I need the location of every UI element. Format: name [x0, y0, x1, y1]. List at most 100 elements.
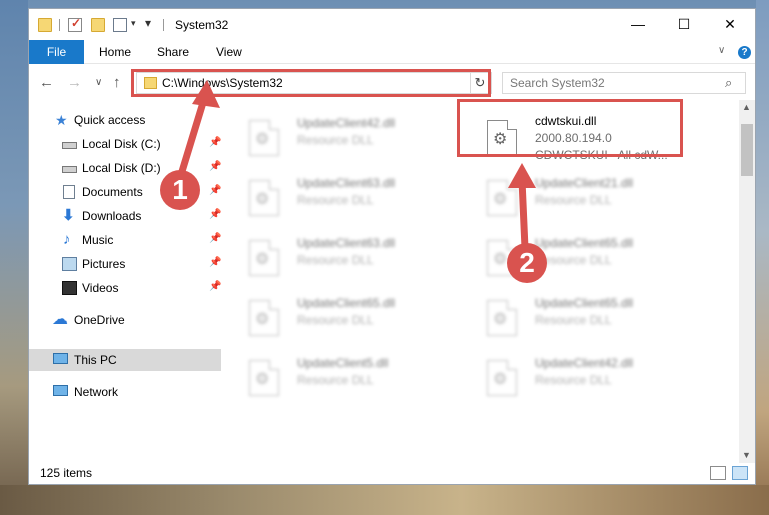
file-item[interactable]: ⚙ UpdateClient42.dll Resource DLL [229, 110, 459, 166]
file-name: UpdateClient63.dll [297, 176, 396, 190]
pin-icon[interactable]: 📌 [209, 281, 221, 292]
sidebar-item-network[interactable]: Network [29, 381, 221, 403]
recent-locations-chevron-icon[interactable]: ∨ [95, 77, 102, 88]
onedrive-icon: ☁ [52, 311, 68, 328]
pictures-icon [62, 257, 77, 271]
dll-file-icon: ⚙ [487, 180, 517, 216]
tab-share[interactable]: Share [157, 40, 189, 64]
sidebar-item-videos[interactable]: Videos 📌 [29, 277, 221, 299]
scroll-down-icon[interactable]: ▼ [742, 450, 751, 460]
tab-home[interactable]: Home [99, 40, 131, 64]
window-title: System32 [175, 18, 229, 32]
search-input[interactable] [503, 73, 719, 93]
file-type: Resource DLL [297, 313, 374, 327]
dll-file-icon: ⚙ [249, 120, 279, 156]
expand-ribbon-icon[interactable]: ∨ [718, 45, 725, 56]
dll-file-icon: ⚙ [487, 360, 517, 396]
title-bar: ▾ ▾ System32 — ☐ ✕ [29, 9, 755, 40]
file-name: UpdateClient65.dll [535, 236, 634, 250]
file-highlight-box [457, 99, 683, 157]
drive-icon [62, 166, 77, 173]
scroll-up-icon[interactable]: ▲ [742, 102, 751, 112]
sidebar-item-label: Documents [82, 185, 143, 199]
pin-icon[interactable]: 📌 [209, 161, 221, 172]
new-folder-icon[interactable] [91, 18, 105, 32]
file-item[interactable]: ⚙ UpdateClient21.dll Resource DLL [467, 170, 697, 226]
help-icon[interactable]: ? [738, 46, 751, 59]
sidebar-item-label: Pictures [82, 257, 126, 271]
quick-access-toolbar-icon[interactable] [113, 18, 127, 32]
file-name: UpdateClient5.dll [297, 356, 389, 370]
sidebar-item-label: Downloads [82, 209, 142, 223]
file-item[interactable]: ⚙ UpdateClient65.dll Resource DLL [467, 290, 697, 346]
sidebar-item-label: Local Disk (D:) [82, 161, 161, 175]
file-item[interactable]: ⚙ UpdateClient65.dll Resource DLL [229, 290, 459, 346]
pin-icon[interactable]: 📌 [209, 233, 221, 244]
file-type: Resource DLL [297, 253, 374, 267]
close-button[interactable]: ✕ [707, 9, 753, 40]
sidebar-item-quick-access[interactable]: ★ Quick access [29, 109, 221, 131]
maximize-button[interactable]: ☐ [661, 9, 707, 40]
sidebar-item-label: This PC [74, 353, 117, 367]
folder-icon [38, 18, 52, 32]
file-type: Resource DLL [297, 133, 374, 147]
tab-file[interactable]: File [29, 40, 84, 64]
titlebar-separator-2 [163, 19, 164, 31]
file-name: UpdateClient65.dll [297, 296, 396, 310]
computer-icon [53, 353, 68, 364]
sidebar-item-music[interactable]: ♪ Music 📌 [29, 229, 221, 251]
sidebar-item-downloads[interactable]: ⬇ Downloads 📌 [29, 205, 221, 227]
ribbon-tabs: File Home Share View ∨ ? [29, 40, 755, 64]
titlebar-separator [59, 19, 60, 31]
desktop-background-left [0, 0, 28, 515]
sidebar-item-label: Network [74, 385, 119, 399]
sidebar-item-label: Quick access [74, 113, 146, 127]
pin-icon[interactable]: 📌 [209, 137, 221, 148]
sidebar-item-onedrive[interactable]: ☁ OneDrive [29, 309, 221, 331]
customize-toolbar-icon[interactable]: ▾ [145, 16, 151, 30]
sidebar-item-local-disk-c[interactable]: Local Disk (C:) 📌 [29, 133, 221, 155]
up-arrow-icon[interactable]: ↑ [113, 74, 121, 91]
file-item[interactable]: ⚙ UpdateClient65.dll Resource DLL [467, 230, 697, 286]
pin-icon[interactable]: 📌 [209, 185, 221, 196]
file-name: UpdateClient42.dll [535, 356, 634, 370]
scrollbar-thumb[interactable] [741, 124, 753, 176]
sidebar-item-label: Videos [82, 281, 119, 295]
forward-arrow-icon[interactable]: → [67, 74, 82, 91]
dll-file-icon: ⚙ [249, 360, 279, 396]
file-item[interactable]: ⚙ UpdateClient63.dll Resource DLL [229, 230, 459, 286]
search-icon[interactable]: ⌕ [725, 75, 732, 91]
back-arrow-icon[interactable]: ← [39, 74, 54, 91]
sidebar-item-pictures[interactable]: Pictures 📌 [29, 253, 221, 275]
file-item[interactable]: ⚙ UpdateClient42.dll Resource DLL [467, 350, 697, 406]
file-item[interactable]: ⚙ UpdateClient63.dll Resource DLL [229, 170, 459, 226]
search-box[interactable]: ⌕ [502, 72, 746, 94]
pin-icon[interactable]: 📌 [209, 257, 221, 268]
minimize-button[interactable]: — [615, 9, 661, 40]
file-item[interactable]: ⚙ UpdateClient5.dll Resource DLL [229, 350, 459, 406]
sidebar-item-this-pc[interactable]: This PC [29, 349, 221, 371]
videos-icon [62, 281, 77, 295]
desktop-background-right [756, 0, 769, 515]
sidebar-item-label: OneDrive [74, 313, 125, 327]
vertical-scrollbar[interactable]: ▲ ▼ [739, 100, 755, 463]
step-1-badge: 1 [160, 170, 200, 210]
file-type: Resource DLL [535, 373, 612, 387]
file-type: Resource DLL [535, 313, 612, 327]
dll-file-icon: ⚙ [249, 300, 279, 336]
pin-icon[interactable]: 📌 [209, 209, 221, 220]
navigation-pane: ★ Quick access Local Disk (C:) 📌 Local D… [29, 100, 221, 463]
item-count: 125 items [40, 466, 93, 480]
dll-file-icon: ⚙ [249, 240, 279, 276]
details-view-icon[interactable] [710, 466, 726, 480]
file-type: Resource DLL [297, 193, 374, 207]
large-icons-view-icon[interactable] [732, 466, 748, 480]
download-icon: ⬇ [62, 207, 75, 224]
file-name: UpdateClient21.dll [535, 176, 634, 190]
properties-check-icon[interactable] [68, 16, 82, 32]
tab-view[interactable]: View [216, 40, 242, 64]
status-bar: 125 items [29, 463, 755, 484]
file-name: UpdateClient65.dll [535, 296, 634, 310]
star-icon: ★ [55, 112, 68, 128]
chevron-down-icon[interactable]: ▾ [131, 18, 136, 29]
